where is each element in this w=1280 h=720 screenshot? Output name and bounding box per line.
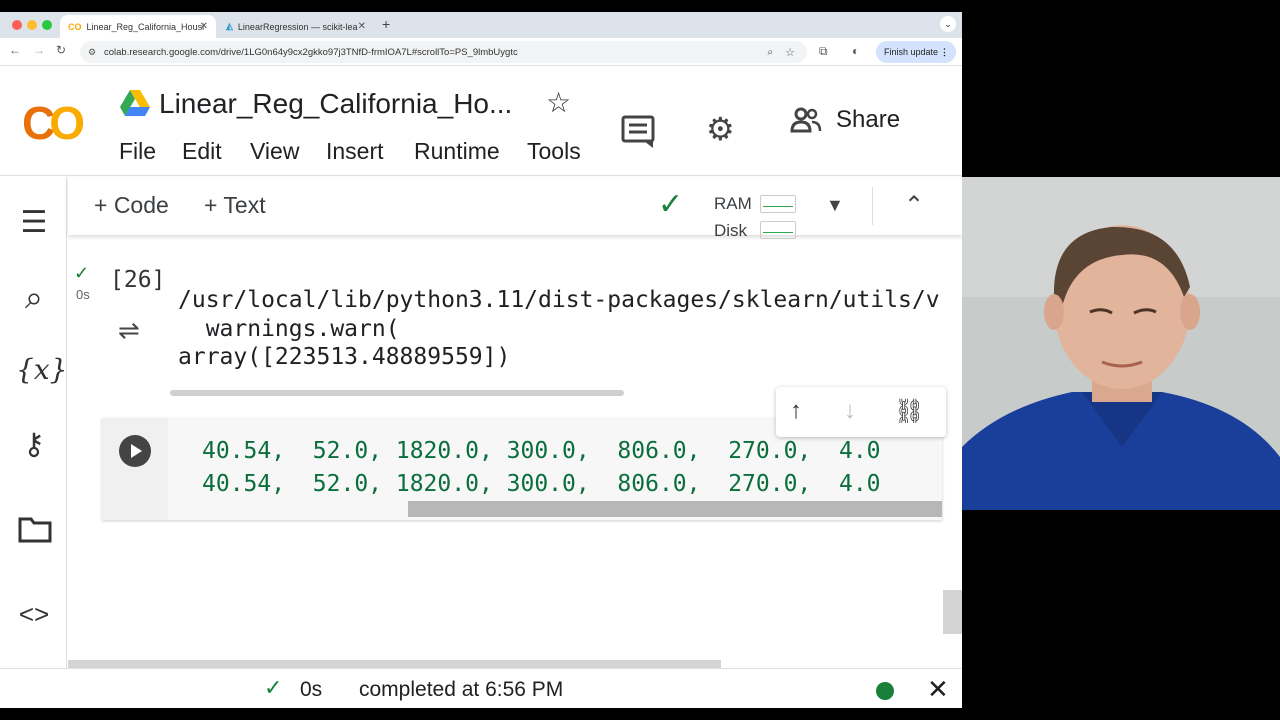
run-cell-button[interactable] [119,435,151,467]
tab-label: Linear_Reg_California_Housi [86,21,205,32]
finish-update-button[interactable]: Finish update ⋮ [876,41,956,63]
share-people-icon [790,107,822,133]
menu-edit[interactable]: Edit [182,138,222,165]
colab-favicon-icon: CO [68,21,82,32]
ram-usage-bar[interactable] [760,195,796,213]
site-info-icon[interactable]: ⚙ [88,47,96,58]
folder-icon[interactable] [17,515,53,543]
disk-label: Disk [714,221,748,240]
presenter-image [962,177,1280,510]
add-text-button[interactable]: + Text [204,192,266,219]
menu-insert[interactable]: Insert [326,138,384,165]
new-tab-button[interactable]: + [382,16,390,32]
cell-mini-toolbar: ↑ ↓ ⛓ [776,387,946,437]
close-tab-icon[interactable]: ✕ [358,21,366,32]
share-button[interactable]: Share [790,106,900,134]
gear-icon[interactable]: ⚙ [706,110,735,148]
finish-update-label: Finish update [884,47,939,57]
forward-arrow-icon[interactable]: → [33,43,45,57]
menu-file[interactable]: File [119,138,156,165]
runtime-status-dot-icon [876,682,894,700]
tab-label: LinearRegression — scikit-lea [237,21,358,32]
more-menu-icon[interactable]: ⋮ [940,47,949,58]
tab-colab[interactable]: CO Linear_Reg_California_Housi ✕ [60,15,216,38]
close-icon[interactable]: ✕ [927,674,949,705]
reload-icon[interactable]: ↻ [56,43,66,57]
cell-toolbar: + Code + Text ✓ RAM Disk ▼ ⌃ [68,177,962,240]
extensions-icon[interactable]: ⧉ [819,44,828,59]
code-line[interactable]: 40.54, 52.0, 1820.0, 300.0, 806.0, 270.0… [202,438,881,464]
share-label: Share [836,106,901,133]
connected-check-icon: ✓ [658,188,684,221]
status-bar: ✓ 0s completed at 6:56 PM ✕ [0,668,962,708]
notebook-vertical-scrollbar[interactable] [943,590,962,634]
menu-tools[interactable]: Tools [527,138,581,165]
tab-sklearn[interactable]: ◭ LinearRegression — scikit-lea ✕ [218,15,374,38]
code-snippets-icon[interactable]: <> [16,599,52,630]
output-line: /usr/local/lib/python3.11/dist-packages/… [178,287,940,313]
link-icon[interactable]: ⛓ [894,397,924,426]
address-bar[interactable]: ⚙ colab.research.google.com/drive/1LG0n6… [80,41,807,63]
search-icon[interactable]: ⌕ [16,279,52,317]
notebook-body: ✓ 0s [26] ⇌ /usr/local/lib/python3.11/di… [68,235,962,708]
colab-logo[interactable]: CO [22,96,85,150]
disk-usage-bar[interactable] [760,221,796,239]
url-text: colab.research.google.com/drive/1LG0n64y… [104,46,518,58]
close-tab-icon[interactable]: ✕ [200,21,208,32]
code-line[interactable]: 40.54, 52.0, 1820.0, 300.0, 806.0, 270.0… [202,471,881,497]
add-code-button[interactable]: + Code [94,192,169,219]
profile-avatar-icon[interactable]: ◐ [852,44,859,58]
output-actions-icon[interactable]: ⇌ [118,315,140,346]
notebook-title[interactable]: Linear_Reg_California_Ho... [159,88,512,120]
variables-icon[interactable]: {x} [16,353,67,386]
menu-runtime[interactable]: Runtime [414,138,500,165]
webcam-video [962,177,1280,510]
ram-label: RAM [714,194,752,213]
back-arrow-icon[interactable]: ← [9,43,21,57]
key-icon[interactable]: ⚷ [16,427,52,462]
move-cell-up-icon[interactable]: ↑ [790,397,802,425]
menu-view[interactable]: View [250,138,299,165]
divider [872,187,873,225]
cell-run-time: 0s [76,287,90,302]
execution-count: [26] [110,267,166,293]
chevron-up-icon[interactable]: ⌃ [904,191,924,220]
comment-icon[interactable] [620,114,656,148]
minimize-window-button[interactable] [27,20,37,30]
code-horizontal-scrollbar[interactable] [408,501,942,517]
status-check-icon: ✓ [264,675,283,700]
output-line: array([223513.48889559]) [178,344,511,370]
status-run-time: 0s [300,678,323,701]
bookmark-star-icon[interactable]: ☆ [785,46,795,59]
tab-bar: CO Linear_Reg_California_Housi ✕ ◭ Linea… [0,12,962,38]
maximize-window-button[interactable] [42,20,52,30]
browser-window: CO Linear_Reg_California_Housi ✕ ◭ Linea… [0,12,962,708]
left-sidebar: ☰ ⌕ {x} ⚷ <> [0,177,67,708]
output-scrollbar[interactable] [170,390,624,396]
cell-gutter [102,418,168,520]
tab-search-chevron-icon[interactable]: ⌄ [940,16,956,32]
browser-toolbar: ← → ↻ ⚙ colab.research.google.com/drive/… [0,38,962,66]
colab-header: CO Linear_Reg_California_Ho... ☆ File Ed… [0,66,962,176]
google-drive-icon[interactable] [120,90,150,116]
star-notebook-icon[interactable]: ☆ [546,86,571,119]
screen: CO Linear_Reg_California_Housi ✕ ◭ Linea… [0,0,1280,720]
sklearn-favicon-icon: ◭ [226,21,233,31]
status-message: completed at 6:56 PM [359,678,564,701]
output-line: warnings.warn( [178,316,400,342]
cell-success-check-icon: ✓ [74,263,90,283]
toc-icon[interactable]: ☰ [16,205,52,240]
close-window-button[interactable] [12,20,22,30]
move-cell-down-icon[interactable]: ↓ [844,397,856,425]
runtime-dropdown-icon[interactable]: ▼ [826,195,844,216]
zoom-icon[interactable]: ⌕ [767,47,773,58]
